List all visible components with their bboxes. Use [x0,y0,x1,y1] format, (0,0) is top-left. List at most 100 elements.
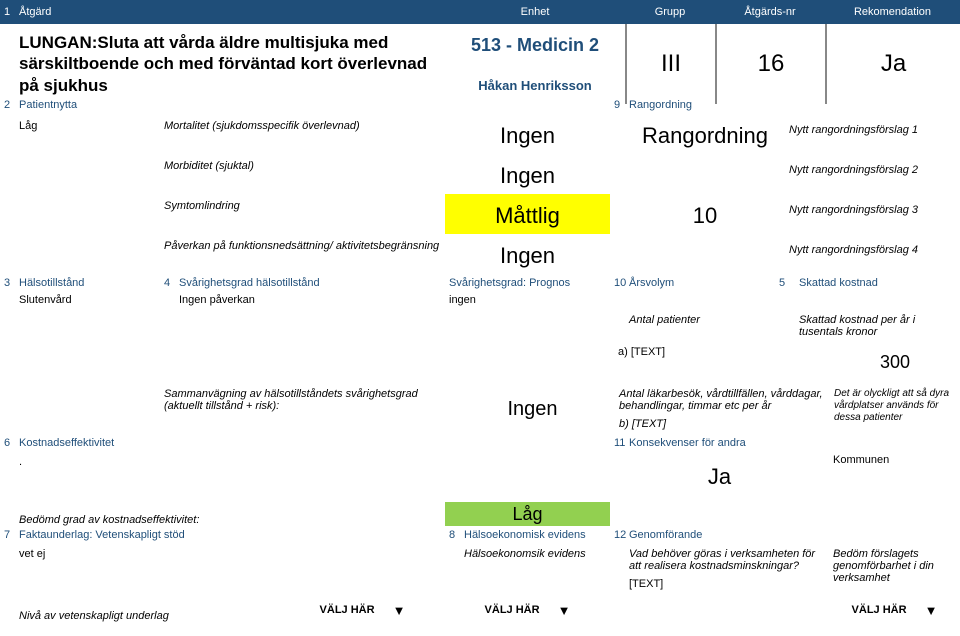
rekomendation-value: Ja [825,24,960,104]
sec2-num: 2 [0,99,15,111]
enhet-column: 513 - Medicin 2 Håkan Henriksson [445,24,625,104]
sec8-label: Hälsoekonomisk evidens [460,529,610,541]
sec7-num: 7 [0,529,15,541]
symtom-value: Måttlig [445,194,610,234]
rangordning-value-label: Rangordning [625,114,785,154]
sec6-label: Kostnadseffektivitet [15,437,610,449]
atgardsnr-value: 16 [715,24,825,104]
row-visits: Sammanvägning av hälsotillståndets svåri… [0,384,960,434]
chevron-down-icon: ▼ [393,603,406,618]
morbiditet-value: Ingen [445,154,610,194]
sec7-value: vet ej [15,544,445,594]
symtom-label: Symtomlindring [160,194,445,234]
forslag-1: Nytt rangordningsförslag 1 [785,114,960,154]
sec3-num: 3 [0,277,15,289]
forslag-4: Nytt rangordningsförslag 4 [785,234,960,274]
rangordning-number: 10 [625,194,785,234]
mortalitet-label: Mortalitet (sjukdomsspecifik överlevnad) [160,114,445,154]
valj-dropdown-3[interactable]: VÄLJ HÄR ▼ [829,594,960,626]
row-7-8-12-body: vet ej Hälsoekonomsik evidens Vad behöve… [0,544,960,594]
mortalitet-value: Ingen [445,114,610,154]
valj-2-label: VÄLJ HÄR [485,604,540,616]
hdr-enhet: Enhet [445,6,625,18]
sec9-label: Rangordning [625,99,960,111]
row-valj: Nivå av vetenskapligt underlag VÄLJ HÄR … [0,594,960,626]
section-6-11-head: 6 Kostnadseffektivitet 11 Konsekvenser f… [0,434,960,452]
hdr-num: 1 [0,6,15,18]
morbiditet-label: Morbiditet (sjuktal) [160,154,445,194]
row-symtom: Symtomlindring Måttlig 10 Nytt rangordni… [0,194,960,234]
sec6-value: . [15,452,160,502]
sec4-num: 4 [160,277,175,289]
kommunen: Kommunen [829,452,960,502]
row-bedomd: Bedömd grad av kostnadseffektivitet: Låg [0,502,960,526]
row-3-4-body: Slutenvård Ingen påverkan ingen [0,292,960,312]
prognos-value: ingen [445,292,610,312]
a-text: a) [TEXT] [610,340,830,384]
hdr-grupp: Grupp [625,6,715,18]
visits-label: Antal läkarbesök, vårdtillfällen, vårdda… [619,388,826,412]
b-text: b) [TEXT] [619,418,826,430]
hdr-rek: Rekomendation [825,6,960,18]
sec8-sub: Hälsoekonomsik evidens [460,544,610,594]
sec3-label: Hälsotillstånd [15,277,160,289]
bedomd-label: Bedömd grad av kostnadseffektivitet: [15,514,445,526]
skattad-value: 300 [830,340,960,384]
sec12-bedom: Bedöm förslagets genomförbarhet i din ve… [829,544,960,594]
sec8-num: 8 [445,529,460,541]
sec7-label: Faktaunderlag: Vetenskapligt stöd [15,529,445,541]
valj-dropdown-1[interactable]: VÄLJ HÄR ▼ [280,594,445,626]
sec11-num: 11 [610,437,625,449]
valj-1-label: VÄLJ HÄR [320,604,375,616]
section-3-4-10-5-head: 3 Hälsotillstånd 4 Svårighetsgrad hälsot… [0,274,960,292]
sec12-label: Genomförande [625,529,829,541]
sec4-label: Svårighetsgrad hälsotillstånd [175,277,445,289]
paverkan-value: Ingen [445,234,610,274]
niva-label: Nivå av vetenskapligt underlag [15,594,280,626]
sec3-value: Slutenvård [15,292,160,312]
sec4-value: Ingen påverkan [175,292,445,312]
summ-value: Ingen [450,384,615,434]
patients-label: Antal patienter [625,312,775,340]
paverkan-label: Påverkan på funktionsnedsättning/ aktivi… [160,234,445,274]
forslag-2: Nytt rangordningsförslag 2 [785,154,960,194]
atgard-title: LUNGAN:Sluta att vårda äldre multisjuka … [15,24,445,104]
bedomd-value: Låg [445,502,610,526]
row-patients: Antal patienter Skattad kostnad per år i… [0,312,960,340]
sec12-text: [TEXT] [629,578,825,590]
sec2-value: Låg [15,114,160,154]
sec6-num: 6 [0,437,15,449]
forslag-3: Nytt rangordningsförslag 3 [785,194,960,234]
sec9-num: 9 [610,99,625,111]
sec10-label: Årsvolym [625,277,775,289]
sec2-label: Patientnytta [15,99,160,111]
grupp-value: III [625,24,715,104]
sec5-num: 5 [775,277,795,289]
sec5-label: Skattad kostnad [795,277,960,289]
prognos-label: Svårighetsgrad: Prognos [445,277,610,289]
row-paverkan: Påverkan på funktionsnedsättning/ aktivi… [0,234,960,274]
hdr-nr: Åtgärds-nr [715,6,825,18]
row-ja: . Ja Kommunen [0,452,960,502]
hdr-atgard: Åtgärd [15,6,445,18]
sec10-num: 10 [610,277,625,289]
chevron-down-icon: ▼ [558,603,571,618]
sec12-num: 12 [610,529,625,541]
skattad-comment: Det är olyckligt att så dyra vårdplatser… [830,384,960,434]
sec11-label: Konsekvenser för andra [625,437,829,449]
sec12-q: Vad behöver göras i verksamheten för att… [629,548,825,572]
chevron-down-icon: ▼ [925,603,938,618]
header-bar: 1 Åtgärd Enhet Grupp Åtgärds-nr Rekomend… [0,0,960,24]
row-mortalitet: Låg Mortalitet (sjukdomsspecifik överlev… [0,114,960,154]
valj-dropdown-2[interactable]: VÄLJ HÄR ▼ [445,594,610,626]
enhet-main: 513 - Medicin 2 [471,35,599,56]
row-morbiditet: Morbiditet (sjuktal) Ingen Nytt rangordn… [0,154,960,194]
row-a-text: a) [TEXT] 300 [0,340,960,384]
skattad-sub: Skattad kostnad per år i tusentals krono… [795,312,960,340]
section-7-8-12-head: 7 Faktaunderlag: Vetenskapligt stöd 8 Hä… [0,526,960,544]
title-row: LUNGAN:Sluta att vårda äldre multisjuka … [0,24,960,96]
summ-label: Sammanvägning av hälsotillståndets svåri… [160,384,450,434]
enhet-sub: Håkan Henriksson [478,78,591,93]
valj-3-label: VÄLJ HÄR [852,604,907,616]
konsekvenser-value: Ja [610,452,829,502]
